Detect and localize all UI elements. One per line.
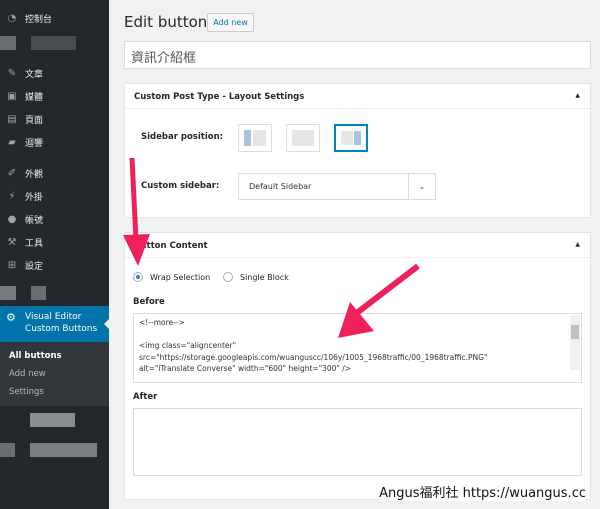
annotation-arrows: [123, 157, 420, 338]
arrow-down-head: [123, 234, 150, 266]
arrow-down: [129, 157, 139, 241]
watermark: Angus福利社 https://wuangus.cc: [379, 482, 586, 501]
arrow-diagonal: [356, 263, 420, 315]
